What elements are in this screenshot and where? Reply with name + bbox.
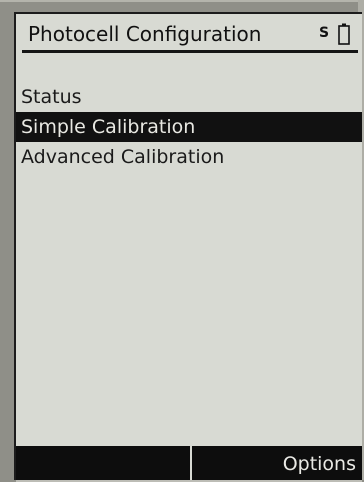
signal-indicator: S <box>319 25 330 41</box>
page-title: Photocell Configuration <box>28 22 262 46</box>
softkey-bar: Options <box>16 446 362 480</box>
menu-item-label: Advanced Calibration <box>21 146 225 168</box>
menu-item-label: Status <box>21 86 82 108</box>
menu-item-status[interactable]: Status <box>16 82 362 112</box>
title-bar: Photocell Configuration S <box>16 14 362 50</box>
device-screen: Photocell Configuration S Status Simple … <box>14 12 362 482</box>
menu-item-simple-calibration[interactable]: Simple Calibration <box>16 112 362 142</box>
device-frame: Photocell Configuration S Status Simple … <box>0 0 364 482</box>
battery-icon <box>338 23 350 45</box>
menu-item-label: Simple Calibration <box>21 116 196 138</box>
frame-highlight <box>0 0 364 2</box>
options-softkey[interactable]: Options <box>192 446 362 480</box>
title-separator <box>22 50 358 53</box>
options-softkey-label: Options <box>282 453 356 475</box>
left-softkey[interactable] <box>16 446 190 480</box>
menu-list: Status Simple Calibration Advanced Calib… <box>16 82 362 172</box>
menu-item-advanced-calibration[interactable]: Advanced Calibration <box>16 142 362 172</box>
